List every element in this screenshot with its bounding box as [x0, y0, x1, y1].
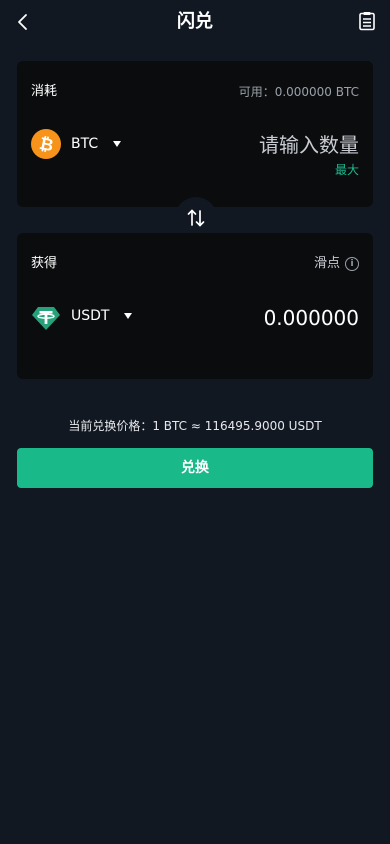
receive-card: 获得 滑点 i USDT 0.000000 [17, 233, 373, 379]
pay-card: 消耗 可用：0.000000 BTC ₿ BTC 最大 [17, 61, 373, 207]
pay-coin-symbol: BTC [71, 136, 99, 152]
slippage-label: 滑点 [313, 256, 340, 271]
info-icon: i [345, 257, 359, 271]
pay-amount-input[interactable] [159, 131, 359, 159]
exchange-button[interactable]: 兑换 [17, 448, 373, 488]
caret-down-icon [113, 141, 122, 147]
document-list-icon [359, 12, 375, 31]
swap-vertical-icon [187, 209, 205, 227]
receive-coin-symbol: USDT [71, 308, 110, 324]
history-button[interactable] [358, 11, 376, 31]
tether-icon [32, 307, 60, 330]
page-title: 闪兑 [177, 11, 213, 32]
bitcoin-icon: ₿ [31, 129, 61, 159]
max-button[interactable]: 最大 [335, 162, 359, 178]
header-bar: 闪兑 [0, 0, 390, 44]
pay-coin-selector[interactable]: BTC [71, 134, 122, 154]
receive-amount: 0.000000 [263, 306, 359, 330]
pay-label: 消耗 [31, 84, 58, 99]
receive-label: 获得 [31, 256, 58, 271]
receive-coin-selector[interactable]: USDT [71, 306, 133, 326]
caret-down-icon [124, 313, 133, 319]
available-balance: 可用：0.000000 BTC [238, 85, 359, 99]
slippage-setting[interactable]: 滑点 i [314, 255, 359, 273]
exchange-rate: 当前兑换价格：1 BTC ≈ 116495.9000 USDT [68, 419, 322, 433]
